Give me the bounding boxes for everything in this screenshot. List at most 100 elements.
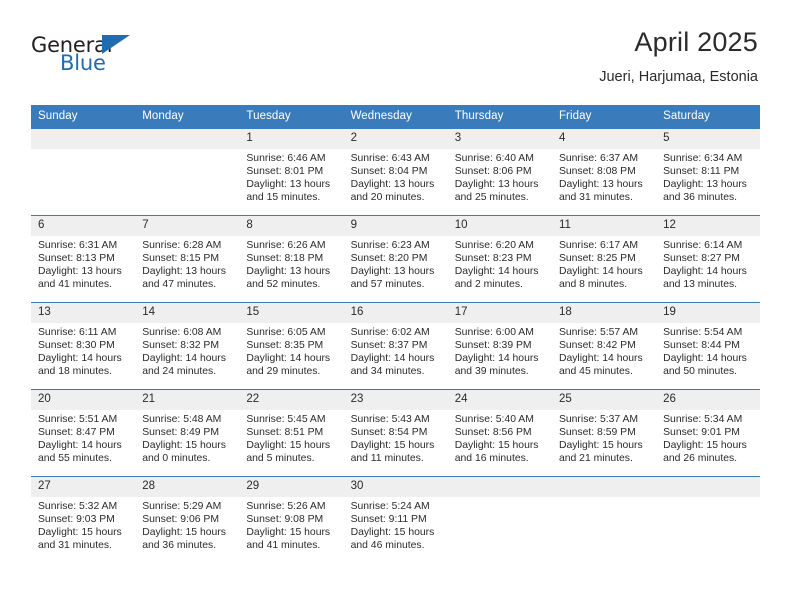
- sunset-text: Sunset: 8:54 PM: [350, 427, 428, 439]
- day-cell[interactable]: 10 Sunrise: 6:20 AM Sunset: 8:23 PM Dayl…: [447, 215, 552, 303]
- sunset-text: Sunset: 8:25 PM: [558, 253, 636, 265]
- calendar-body: 1 Sunrise: 6:46 AM Sunset: 8:01 PM Dayli…: [31, 128, 761, 563]
- day-detail: Sunrise: 6:17 AM Sunset: 8:25 PM Dayligh…: [552, 236, 656, 291]
- sunset-text: Sunset: 8:39 PM: [454, 340, 532, 352]
- day-cell[interactable]: 11 Sunrise: 6:17 AM Sunset: 8:25 PM Dayl…: [551, 215, 657, 303]
- day-number: 30: [343, 477, 448, 497]
- day-cell[interactable]: 5 Sunrise: 6:34 AM Sunset: 8:11 PM Dayli…: [656, 128, 761, 216]
- day-cell[interactable]: 14 Sunrise: 6:08 AM Sunset: 8:32 PM Dayl…: [135, 302, 240, 390]
- day-number: 11: [551, 216, 657, 236]
- sunrise-text: Sunrise: 5:29 AM: [142, 501, 222, 512]
- daylight-text: Daylight: 13 hours and 25 minutes.: [454, 179, 539, 204]
- day-detail: [552, 497, 656, 500]
- triangle-icon: [102, 35, 130, 54]
- day-detail: Sunrise: 5:37 AM Sunset: 8:59 PM Dayligh…: [552, 410, 656, 465]
- sunrise-text: Sunrise: 5:45 AM: [246, 414, 326, 425]
- weekday-header-monday: Monday: [135, 105, 240, 129]
- sunset-text: Sunset: 9:03 PM: [38, 514, 115, 526]
- daylight-text: Daylight: 13 hours and 31 minutes.: [558, 179, 643, 204]
- brand-name-blue: Blue: [60, 51, 106, 75]
- sunset-text: Sunset: 8:23 PM: [454, 253, 532, 265]
- weekday-header-wednesday: Wednesday: [343, 105, 448, 129]
- day-cell[interactable]: 6 Sunrise: 6:31 AM Sunset: 8:13 PM Dayli…: [31, 215, 136, 303]
- day-number: [551, 477, 657, 497]
- day-cell[interactable]: 17 Sunrise: 6:00 AM Sunset: 8:39 PM Dayl…: [447, 302, 552, 390]
- day-cell[interactable]: 25 Sunrise: 5:37 AM Sunset: 8:59 PM Dayl…: [551, 389, 657, 477]
- daylight-text: Daylight: 15 hours and 26 minutes.: [663, 440, 747, 465]
- sunrise-text: Sunrise: 5:32 AM: [38, 501, 118, 512]
- daylight-text: Daylight: 13 hours and 47 minutes.: [142, 266, 226, 291]
- sunset-text: Sunset: 8:15 PM: [142, 253, 220, 265]
- sunset-text: Sunset: 8:49 PM: [142, 427, 220, 439]
- day-cell[interactable]: 2 Sunrise: 6:43 AM Sunset: 8:04 PM Dayli…: [343, 128, 448, 216]
- day-number: 12: [656, 216, 761, 236]
- day-cell[interactable]: 7 Sunrise: 6:28 AM Sunset: 8:15 PM Dayli…: [135, 215, 240, 303]
- sunrise-text: Sunrise: 6:00 AM: [454, 327, 534, 338]
- sunset-text: Sunset: 8:47 PM: [38, 427, 115, 439]
- day-detail: Sunrise: 5:43 AM Sunset: 8:54 PM Dayligh…: [344, 410, 448, 465]
- day-cell[interactable]: 18 Sunrise: 5:57 AM Sunset: 8:42 PM Dayl…: [551, 302, 657, 390]
- day-cell[interactable]: [551, 476, 657, 563]
- sunset-text: Sunset: 9:06 PM: [142, 514, 220, 526]
- day-detail: Sunrise: 6:40 AM Sunset: 8:06 PM Dayligh…: [448, 149, 552, 204]
- daylight-text: Daylight: 13 hours and 36 minutes.: [663, 179, 747, 204]
- sunrise-text: Sunrise: 6:40 AM: [454, 153, 534, 164]
- day-number: [447, 477, 552, 497]
- daylight-text: Daylight: 15 hours and 5 minutes.: [246, 440, 331, 465]
- day-cell[interactable]: [447, 476, 552, 563]
- sunrise-text: Sunrise: 5:57 AM: [558, 327, 639, 338]
- sunset-text: Sunset: 8:06 PM: [454, 166, 532, 178]
- day-cell[interactable]: 22 Sunrise: 5:45 AM Sunset: 8:51 PM Dayl…: [239, 389, 344, 477]
- daylight-text: Daylight: 15 hours and 11 minutes.: [350, 440, 435, 465]
- day-number: 6: [31, 216, 136, 236]
- daylight-text: Daylight: 13 hours and 57 minutes.: [350, 266, 435, 291]
- day-number: 15: [239, 303, 344, 323]
- day-cell[interactable]: 24 Sunrise: 5:40 AM Sunset: 8:56 PM Dayl…: [447, 389, 552, 477]
- sunset-text: Sunset: 9:01 PM: [663, 427, 740, 439]
- sunrise-text: Sunrise: 5:34 AM: [663, 414, 743, 425]
- day-detail: Sunrise: 6:46 AM Sunset: 8:01 PM Dayligh…: [239, 149, 343, 204]
- day-cell[interactable]: 13 Sunrise: 6:11 AM Sunset: 8:30 PM Dayl…: [31, 302, 136, 390]
- day-detail: Sunrise: 6:05 AM Sunset: 8:35 PM Dayligh…: [239, 323, 343, 378]
- day-cell[interactable]: 15 Sunrise: 6:05 AM Sunset: 8:35 PM Dayl…: [239, 302, 344, 390]
- day-cell[interactable]: 21 Sunrise: 5:48 AM Sunset: 8:49 PM Dayl…: [135, 389, 240, 477]
- day-cell[interactable]: 23 Sunrise: 5:43 AM Sunset: 8:54 PM Dayl…: [343, 389, 448, 477]
- day-detail: Sunrise: 6:11 AM Sunset: 8:30 PM Dayligh…: [31, 323, 135, 378]
- day-cell[interactable]: 1 Sunrise: 6:46 AM Sunset: 8:01 PM Dayli…: [239, 128, 344, 216]
- day-cell[interactable]: 28 Sunrise: 5:29 AM Sunset: 9:06 PM Dayl…: [135, 476, 240, 563]
- sunset-text: Sunset: 8:30 PM: [38, 340, 115, 352]
- day-number: 8: [239, 216, 344, 236]
- daylight-text: Daylight: 14 hours and 29 minutes.: [246, 353, 331, 378]
- day-cell[interactable]: 12 Sunrise: 6:14 AM Sunset: 8:27 PM Dayl…: [656, 215, 761, 303]
- day-cell[interactable]: 8 Sunrise: 6:26 AM Sunset: 8:18 PM Dayli…: [239, 215, 344, 303]
- day-cell[interactable]: [656, 476, 761, 563]
- day-cell[interactable]: 29 Sunrise: 5:26 AM Sunset: 9:08 PM Dayl…: [239, 476, 344, 563]
- day-detail: Sunrise: 5:26 AM Sunset: 9:08 PM Dayligh…: [239, 497, 343, 552]
- day-cell[interactable]: [31, 128, 136, 216]
- brand-logo[interactable]: General Blue: [31, 33, 161, 81]
- day-cell[interactable]: 4 Sunrise: 6:37 AM Sunset: 8:08 PM Dayli…: [551, 128, 657, 216]
- day-cell[interactable]: 19 Sunrise: 5:54 AM Sunset: 8:44 PM Dayl…: [656, 302, 761, 390]
- day-cell[interactable]: 20 Sunrise: 5:51 AM Sunset: 8:47 PM Dayl…: [31, 389, 136, 477]
- week-row: 13 Sunrise: 6:11 AM Sunset: 8:30 PM Dayl…: [31, 302, 761, 390]
- daylight-text: Daylight: 14 hours and 24 minutes.: [142, 353, 226, 378]
- day-detail: Sunrise: 5:29 AM Sunset: 9:06 PM Dayligh…: [135, 497, 239, 552]
- sunset-text: Sunset: 8:42 PM: [558, 340, 636, 352]
- day-number: 22: [239, 390, 344, 410]
- day-cell[interactable]: [135, 128, 240, 216]
- day-cell[interactable]: 26 Sunrise: 5:34 AM Sunset: 9:01 PM Dayl…: [656, 389, 761, 477]
- day-cell[interactable]: 3 Sunrise: 6:40 AM Sunset: 8:06 PM Dayli…: [447, 128, 552, 216]
- day-cell[interactable]: 16 Sunrise: 6:02 AM Sunset: 8:37 PM Dayl…: [343, 302, 448, 390]
- day-detail: Sunrise: 6:26 AM Sunset: 8:18 PM Dayligh…: [239, 236, 343, 291]
- day-number: 24: [447, 390, 552, 410]
- sunrise-text: Sunrise: 5:43 AM: [350, 414, 430, 425]
- day-cell[interactable]: 9 Sunrise: 6:23 AM Sunset: 8:20 PM Dayli…: [343, 215, 448, 303]
- sunset-text: Sunset: 8:18 PM: [246, 253, 324, 265]
- day-cell[interactable]: 30 Sunrise: 5:24 AM Sunset: 9:11 PM Dayl…: [343, 476, 448, 563]
- day-number: 26: [656, 390, 761, 410]
- daylight-text: Daylight: 14 hours and 55 minutes.: [38, 440, 122, 465]
- weekday-header-tuesday: Tuesday: [239, 105, 344, 129]
- day-cell[interactable]: 27 Sunrise: 5:32 AM Sunset: 9:03 PM Dayl…: [31, 476, 136, 563]
- daylight-text: Daylight: 14 hours and 45 minutes.: [558, 353, 643, 378]
- day-detail: Sunrise: 6:02 AM Sunset: 8:37 PM Dayligh…: [344, 323, 448, 378]
